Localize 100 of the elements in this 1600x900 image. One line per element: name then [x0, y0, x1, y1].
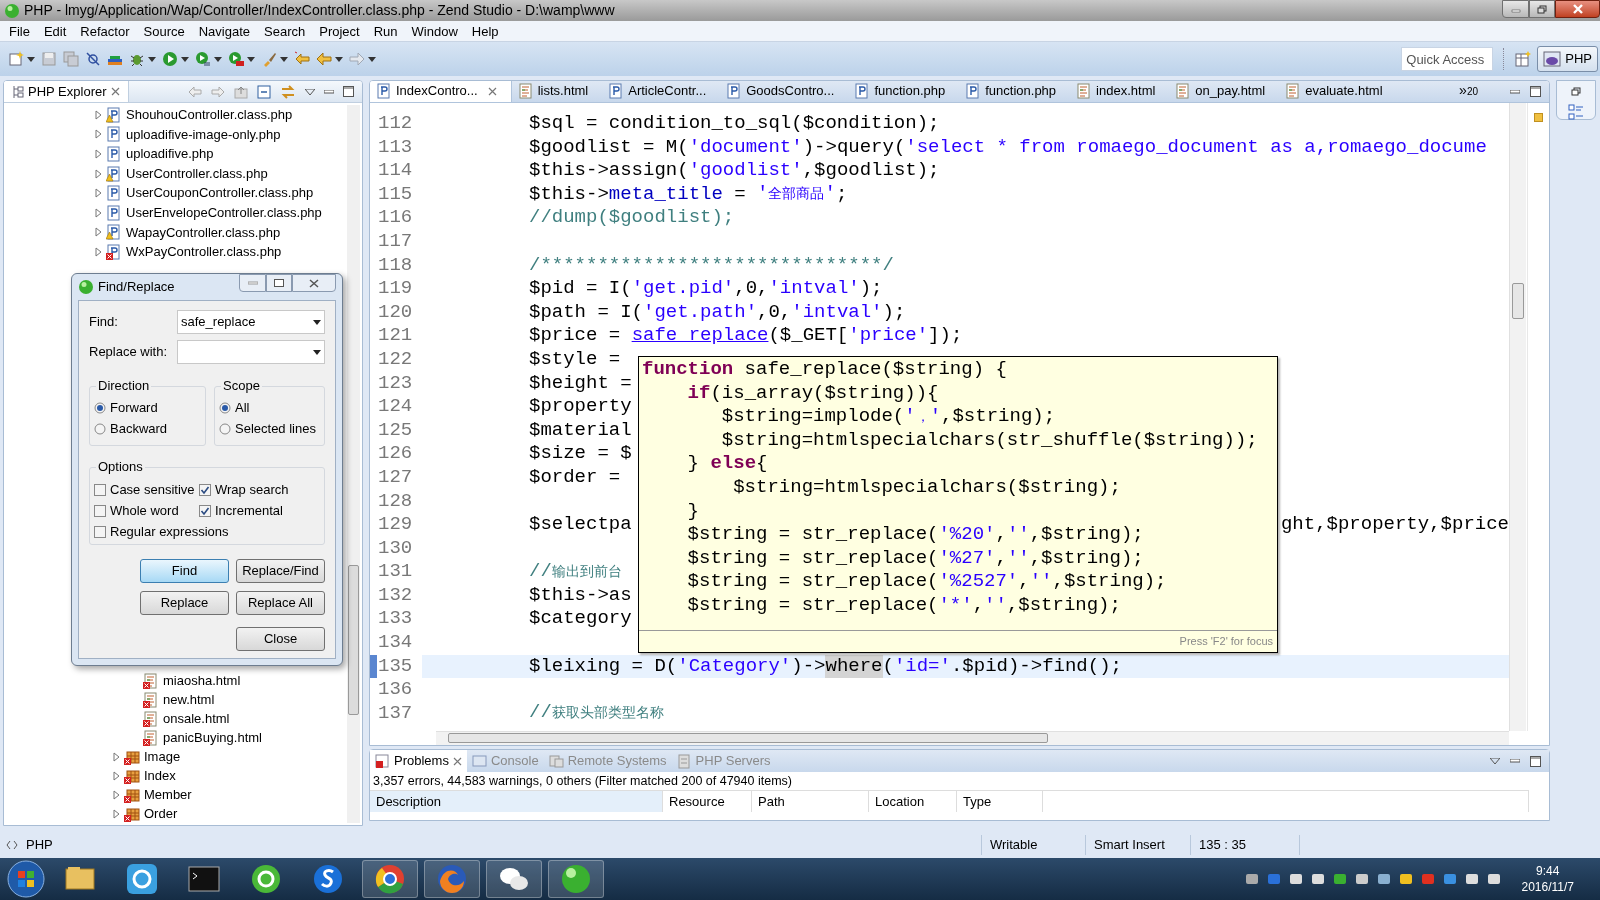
column-header[interactable]: Description [370, 791, 663, 812]
menu-item[interactable]: Window [404, 21, 465, 41]
tree-item[interactable]: new.html [163, 689, 215, 710]
expand-arrow-icon[interactable] [93, 148, 102, 160]
dropdown-field[interactable] [177, 340, 325, 364]
radio-button[interactable] [219, 422, 231, 435]
scrollbar[interactable] [436, 731, 1509, 745]
expand-arrow-icon[interactable] [111, 788, 120, 801]
tree-item[interactable]: panicBuying.html [163, 727, 262, 748]
tree-item[interactable]: WxPayController.class.php [126, 242, 282, 262]
menu-item[interactable]: Search [257, 21, 313, 41]
tree-item[interactable]: Image [144, 746, 181, 767]
checkbox[interactable] [94, 525, 106, 538]
php-perspective-button[interactable]: PHP [1537, 46, 1598, 72]
tree-item[interactable]: UserEnvelopeController.class.php [126, 203, 322, 223]
editor-tab[interactable]: lists.html [511, 81, 603, 102]
more-tabs-button[interactable]: »20 [1459, 82, 1478, 101]
dialog-button[interactable]: Replace/Find [236, 559, 325, 583]
checkbox-label[interactable]: Incremental [215, 500, 283, 521]
caret-icon[interactable] [181, 56, 189, 62]
dropdown-field[interactable]: safe_replace [177, 310, 325, 334]
maximize-button[interactable] [266, 274, 292, 292]
editor-tab[interactable]: index.html [1070, 81, 1170, 102]
caret-icon[interactable] [27, 56, 35, 62]
expand-arrow-icon[interactable] [111, 769, 120, 782]
checkbox[interactable] [94, 504, 106, 517]
panel-tab[interactable]: Problems [370, 750, 467, 772]
caret-icon[interactable] [247, 56, 255, 62]
tree-item[interactable]: Member [144, 784, 192, 805]
menu-item[interactable]: Source [136, 21, 192, 41]
minimize-icon[interactable] [324, 89, 334, 94]
maximize-button[interactable] [1529, 0, 1555, 18]
menu-item[interactable]: Refactor [73, 21, 137, 41]
start-button[interactable] [6, 859, 46, 899]
view-menu-icon[interactable] [305, 88, 315, 95]
tree-item[interactable]: WapayController.class.php [126, 222, 281, 243]
editor-tab[interactable]: function.php [848, 81, 960, 102]
checkbox[interactable] [199, 504, 211, 517]
annotation-arrow-icon[interactable] [294, 51, 310, 67]
caret-icon[interactable] [148, 56, 156, 62]
checkbox-label[interactable]: Whole word [110, 500, 179, 521]
radio-label[interactable]: All [235, 397, 250, 418]
explorer-tab[interactable]: PHP Explorer [4, 81, 129, 102]
maximize-icon[interactable] [1530, 86, 1541, 97]
tree-item[interactable]: uploadifive-image-only.php [126, 124, 281, 145]
menu-item[interactable]: Edit [36, 21, 74, 41]
tree-item[interactable]: Index [144, 765, 176, 786]
run-tool-icon[interactable] [228, 51, 244, 67]
expand-arrow-icon[interactable] [111, 750, 120, 763]
editor-tab[interactable]: on_pay.html [1169, 81, 1280, 102]
link-editor-icon[interactable] [280, 84, 296, 99]
radio-label[interactable]: Backward [110, 418, 168, 439]
skip-breakpoints-icon[interactable] [85, 51, 101, 67]
radio-label[interactable]: Selected lines [235, 418, 316, 439]
radio-button[interactable] [94, 401, 106, 414]
caret-icon[interactable] [280, 56, 288, 62]
menu-item[interactable]: Navigate [191, 21, 257, 41]
dialog-button[interactable]: Close [236, 627, 325, 651]
expand-arrow-icon[interactable] [93, 245, 102, 258]
close-button[interactable] [1555, 0, 1600, 18]
tree-item[interactable]: UserController.class.php [126, 163, 268, 184]
close-button[interactable] [292, 274, 336, 292]
checkbox[interactable] [94, 483, 106, 496]
editor-tab[interactable]: function.php [959, 81, 1071, 102]
tree-item[interactable]: onsale.html [163, 708, 230, 729]
scrollbar[interactable] [1509, 103, 1526, 731]
dialog-button[interactable]: Replace All [236, 591, 325, 615]
editor-tab[interactable]: ArticleContr... [602, 81, 721, 102]
dialog-button[interactable]: Find [140, 559, 229, 583]
quick-access-field[interactable]: Quick Access [1401, 47, 1494, 71]
expand-arrow-icon[interactable] [111, 807, 120, 820]
collapse-all-icon[interactable] [257, 84, 271, 99]
expand-arrow-icon[interactable] [93, 226, 102, 239]
editor-tab[interactable]: IndexContro... [370, 81, 512, 102]
dialog-button[interactable]: Replace [140, 591, 229, 615]
radio-button[interactable] [219, 401, 231, 414]
checkbox-label[interactable]: Wrap search [215, 479, 289, 500]
tree-item[interactable]: Order [144, 803, 178, 824]
checkbox-label[interactable]: Case sensitive [110, 479, 195, 500]
radio-button[interactable] [94, 422, 106, 435]
minimize-button[interactable] [1502, 0, 1529, 18]
menu-item[interactable]: Run [366, 21, 405, 41]
menu-item[interactable]: Help [464, 21, 506, 41]
menu-item[interactable]: Project [312, 21, 367, 41]
open-perspective-icon[interactable] [1515, 51, 1532, 67]
maximize-icon[interactable] [343, 86, 354, 97]
editor-tab[interactable]: evaluate.html [1279, 81, 1397, 102]
tree-item[interactable]: UserCouponController.class.php [126, 183, 314, 203]
expand-arrow-icon[interactable] [93, 206, 102, 219]
view-menu-icon[interactable] [1490, 758, 1500, 764]
scrollbar[interactable] [347, 105, 360, 823]
tree-item[interactable]: ShouhouController.class.php [126, 105, 293, 125]
caret-icon[interactable] [335, 56, 343, 62]
editor-tab[interactable]: GoodsContro... [720, 81, 849, 102]
expand-arrow-icon[interactable] [93, 167, 102, 180]
close-icon[interactable] [452, 756, 462, 766]
minimize-icon[interactable] [1510, 89, 1520, 94]
radio-label[interactable]: Forward [110, 397, 158, 418]
caret-icon[interactable] [214, 56, 222, 62]
up-folder-icon[interactable] [234, 84, 248, 99]
